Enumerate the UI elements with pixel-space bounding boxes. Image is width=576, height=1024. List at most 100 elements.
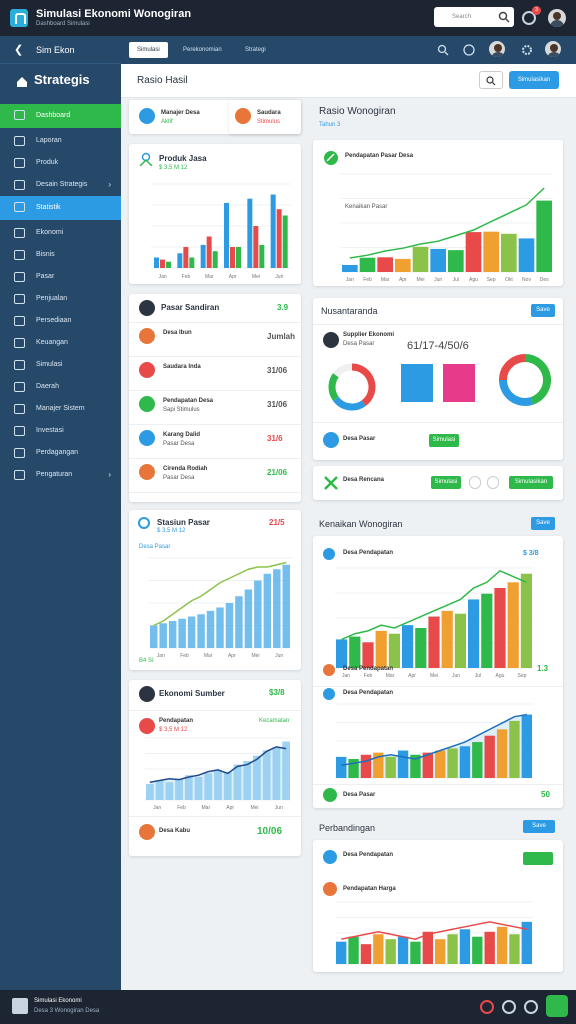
sidebar-item-bisnis[interactable]: Bisnis [0,244,121,266]
x-tick-label: Jun [434,277,442,282]
bar [447,934,458,964]
info-icon[interactable] [524,1000,538,1014]
design-icon [14,180,25,190]
sidebar-item-pasar[interactable]: Pasar [0,266,121,288]
bar-line-chart [335,703,533,779]
chevron-icon: › [108,180,111,189]
settings-icon[interactable] [521,44,533,56]
bar [178,618,186,648]
bar-line-chart: Jan Feb Mar Apr Mei Jun Jul Agu Sep Okt Nov Des [341,173,553,282]
sidebar-item-perdagangan[interactable]: Perdagangan [0,442,121,464]
sidebar-item-dashboard[interactable]: Dashboard [0,104,121,128]
toggle-icon[interactable] [469,476,481,489]
sidebar-item-label: Pasar [36,273,55,280]
bar [247,198,253,268]
avatar [323,332,339,348]
sidebar-item-label: Perdagangan [36,449,79,456]
sidebar-item-desain-strategis[interactable]: Desain Strategis › [0,174,121,196]
bar [472,936,483,964]
bar [160,259,165,268]
section-sub: Tahun 3 [319,122,341,128]
sidebar-item-ekonomi[interactable]: Ekonomi [0,222,121,244]
sidebar-item-label: Laporan [36,137,62,144]
sidebar-item-keuangan[interactable]: Keuangan [0,332,121,354]
bar [214,769,222,800]
x-tick-label: Agu [496,673,505,678]
bar [373,934,384,964]
x-tick-label: Jun [452,673,460,678]
save-button[interactable]: Save [531,304,555,317]
toggle-icon-2[interactable] [487,476,499,489]
bar [146,784,154,800]
bar [342,265,358,272]
page-title: Rasio Hasil [137,75,188,86]
bar [184,775,193,800]
tab-strategi[interactable]: Strategi [237,42,274,58]
avatar [139,824,155,840]
bar [468,599,480,668]
sidebar-item-penjualan[interactable]: Penjualan [0,288,121,310]
sidebar-item-label: Simulasi [36,361,63,368]
settings-icon[interactable] [502,1000,516,1014]
bar [454,613,466,668]
x-tick-label: Mei [252,274,260,280]
region-icon [14,382,25,392]
save-button[interactable]: Save [523,820,555,833]
bar [484,735,495,778]
x-tick-label: Apr [408,673,416,678]
sidebar-item-simulasi[interactable]: Simulasi [0,354,121,376]
simulate-button[interactable]: Simulasikan [509,71,559,89]
foot-name: Desa Pasar [343,436,376,442]
x-tick-label: Feb [180,653,189,658]
profile-avatar[interactable] [489,41,505,57]
divider [313,422,563,423]
tools-icon [324,476,338,490]
search-icon[interactable] [437,44,449,56]
simulate-button[interactable]: Simulasi [431,476,461,489]
sidebar-item-label: Manajer Sistem [36,405,85,412]
sidebar-item-daerah[interactable]: Daerah [0,376,121,398]
sidebar-item-label: Dashboard [36,112,71,119]
main-area: Simulasi Perekonomian Strategi Rasio Has… [121,36,576,990]
bar-line-chart [335,901,533,965]
search-icon[interactable] [498,11,510,23]
alert-icon[interactable] [480,1000,494,1014]
user-avatar[interactable] [548,9,566,27]
list-item-name: Cirenda Rodiah [163,466,208,472]
profile-card-2[interactable]: Saudara Stimulus [229,100,301,134]
economy-area-card: Ekonomi Sumber $3/8 Pendapatan $ 3,5 M 1… [129,680,301,856]
avatar [323,432,339,448]
tab-perekonomian[interactable]: Perekonomian [175,42,230,58]
bar [270,194,276,268]
sidebar-item-produk[interactable]: Produk [0,152,121,174]
sidebar-item-laporan[interactable]: Laporan [0,130,121,152]
person-sub: Desa Pasar [343,341,375,347]
bar [435,750,446,778]
search-button[interactable] [479,71,503,89]
save-button[interactable]: Save [531,517,555,530]
sidebar-item-investasi[interactable]: Investasi [0,420,121,442]
revenue-chart-card: Pendapatan Pasar Desa Kenaikan Pasar Jan… [313,140,563,286]
sidebar-item-pengaturan[interactable]: Pengaturan › [0,464,121,486]
chat-button[interactable] [546,995,568,1017]
user-avatar-2[interactable] [545,41,561,57]
sidebar-item-manajer-sistem[interactable]: Manajer Sistem [0,398,121,420]
top-bar: Simulasi Ekonomi Wonogiran Dashboard Sim… [0,0,576,36]
divider [313,686,563,687]
legend-label: Desa Pendapatan [343,666,394,672]
tab-simulasi[interactable]: Simulasi [129,42,168,58]
list-item-value: Jumlah [267,332,296,341]
x-tick-label: Sep [487,277,496,282]
bar [481,593,493,668]
sidebar-item-statistik[interactable]: Statistik [0,196,121,220]
bar [496,729,508,778]
inventory-icon [14,316,25,326]
sidebar-item-persediaan[interactable]: Persediaan [0,310,121,332]
manager-icon [14,404,25,414]
chat-icon[interactable] [463,44,475,56]
simulate-all-button[interactable]: Simulasikan [509,476,553,489]
back-icon[interactable]: ❮ [14,36,23,64]
donut-chart [499,354,551,406]
market-area-card: Stasiun Pasar $ 3,5 M 12 Desa Pasar 21/5… [129,510,301,670]
simulate-button[interactable]: Simulasi [429,434,459,447]
